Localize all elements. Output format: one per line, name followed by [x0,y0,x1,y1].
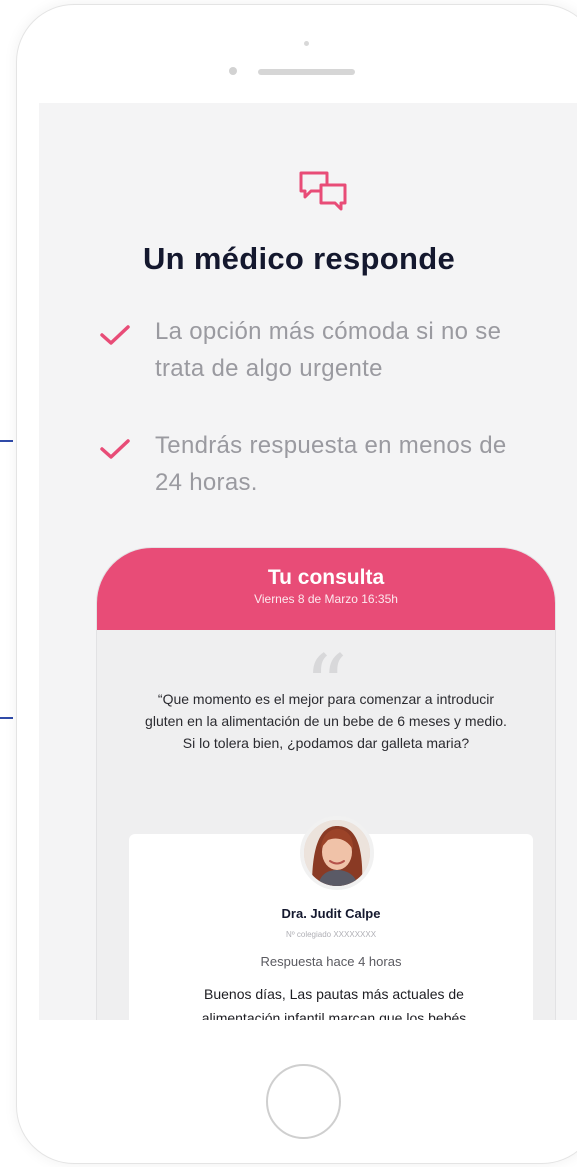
answer-text: Buenos días, Las pautas más actuales de … [201,986,467,1020]
benefit-text: Tendrás respuesta en menos de 24 horas. [155,432,507,496]
question-text: “Que momento es el mejor para comenzar a… [145,691,507,751]
answer-time: Respuesta hace 4 horas [260,954,402,969]
sensor-icon [229,67,237,75]
answer-card[interactable]: Dra. Judit Calpe Nº colegiado XXXXXXXX R… [129,816,533,1020]
consultation-header: Tu consulta Viernes 8 de Marzo 16:35h [97,548,555,630]
home-button[interactable] [266,1064,341,1139]
phone-frame: Un médico responde La opción más cómoda … [16,4,577,1164]
doctor-name: Dra. Judit Calpe [281,906,381,921]
consultation-date: Viernes 8 de Marzo 16:35h [254,592,398,606]
doctor-photo [304,820,370,886]
doctor-license: Nº colegiado XXXXXXXX [285,930,377,939]
side-marker-top [0,440,13,442]
benefit-text: La opción más cómoda si no se trata de a… [155,318,502,382]
page-title: Un médico responde [142,241,455,276]
check-icon [100,439,130,459]
phone-screen: Un médico responde La opción más cómoda … [39,103,577,1020]
camera-icon [304,41,309,46]
chat-bubbles-icon [299,171,347,211]
speaker-grille [258,69,355,75]
doctor-avatar [300,816,374,890]
side-marker-bottom [0,717,13,719]
check-icon [100,325,130,345]
consultation-card[interactable]: Tu consulta Viernes 8 de Marzo 16:35h “ … [96,547,556,1020]
consultation-title: Tu consulta [267,566,385,589]
